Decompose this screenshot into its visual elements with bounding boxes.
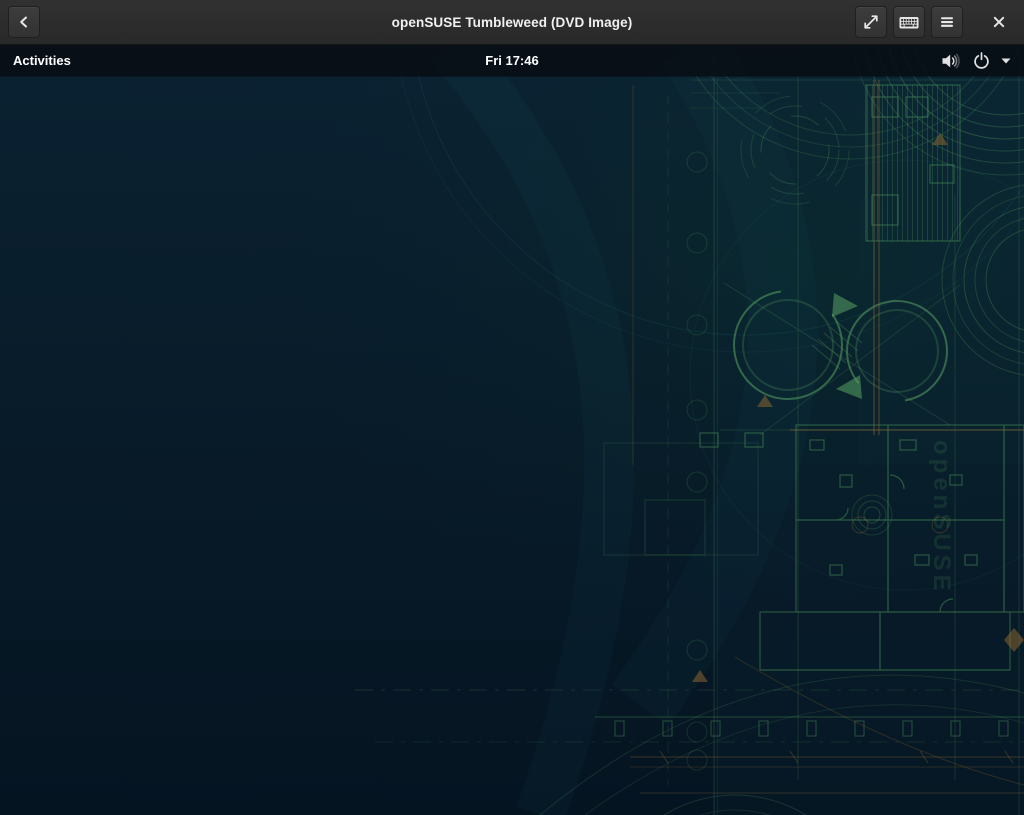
wallpaper-wall-hatch bbox=[866, 85, 960, 241]
window-titlebar: openSUSE Tumbleweed (DVD Image) bbox=[0, 0, 1024, 45]
fullscreen-button[interactable] bbox=[855, 6, 887, 38]
menu-button[interactable] bbox=[931, 6, 963, 38]
fullscreen-expand-icon bbox=[862, 13, 880, 31]
keyboard-icon bbox=[899, 14, 919, 31]
back-button[interactable] bbox=[8, 6, 40, 38]
keyboard-button[interactable] bbox=[893, 6, 925, 38]
chevron-left-icon bbox=[15, 13, 33, 31]
boxes-window: openSUSE Tumbleweed (DVD Image) bbox=[0, 0, 1024, 815]
hamburger-menu-icon bbox=[938, 13, 956, 31]
close-icon bbox=[992, 15, 1006, 29]
wallpaper-watermark: openSUSE bbox=[928, 440, 955, 595]
clock[interactable]: Fri 17:46 bbox=[0, 53, 1024, 68]
desktop: openSUSE Activities Fri 17:46 bbox=[0, 45, 1024, 815]
wallpaper-blueprint: openSUSE bbox=[0, 45, 1024, 815]
shell-top-bar: Activities Fri 17:46 bbox=[0, 45, 1024, 76]
close-button[interactable] bbox=[983, 6, 1015, 38]
titlebar-actions bbox=[855, 6, 1015, 38]
